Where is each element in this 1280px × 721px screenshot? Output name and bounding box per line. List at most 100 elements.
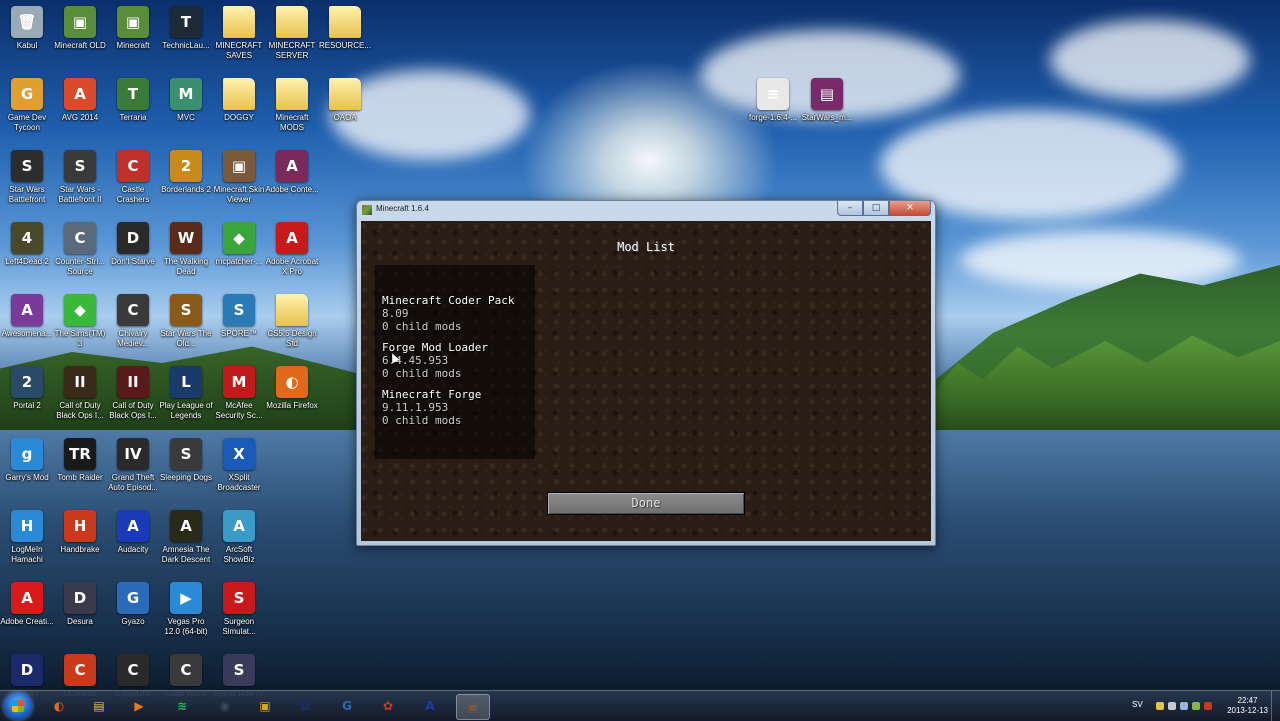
desktop-icon-label: LogMeIn Hamachi [11, 545, 43, 564]
app-icon: D [11, 654, 43, 686]
clock[interactable]: 22:47 2013-12-13 [1227, 696, 1268, 716]
desktop-icon[interactable]: S Star Wars The Old... [159, 292, 213, 349]
app-icon: M [223, 366, 255, 398]
taskbar-steam-button[interactable]: ◉ [209, 694, 241, 718]
desktop-icon-label: Surgeon Simulat... [222, 617, 256, 636]
folder-icon [329, 78, 361, 110]
desktop-icon[interactable]: G Game Dev Tycoon [0, 76, 54, 133]
desktop-icon[interactable]: II Call of Duty Black Ops I... [106, 364, 160, 421]
game-screen[interactable]: Mod List Minecraft Coder Pack 8.09 0 chi… [361, 221, 931, 541]
mod-entry[interactable]: Forge Mod Loader 6.4.45.953 0 child mods [382, 341, 532, 380]
speaker-icon[interactable] [1180, 702, 1188, 710]
desktop-icon[interactable]: S SPORE™ [212, 292, 266, 339]
desktop-icon[interactable]: W The Walking Dead [159, 220, 213, 277]
desktop-icon[interactable]: ▣ Minecraft OLD [53, 4, 107, 51]
desktop-icon-label: DOGGY [224, 113, 254, 122]
desktop-icon[interactable]: A ArcSoft ShowBiz [212, 508, 266, 565]
desktop-icon[interactable]: II Call of Duty Black Ops I... [53, 364, 107, 421]
taskbar-spotify-button[interactable]: ≋ [166, 694, 198, 718]
power-icon[interactable] [1192, 702, 1200, 710]
mod-list[interactable]: Minecraft Coder Pack 8.09 0 child mods F… [375, 265, 535, 459]
desktop-icon[interactable]: TR Tomb Raider [53, 436, 107, 483]
desktop-icon[interactable]: ≡ forge-1.6.4-... [746, 76, 800, 123]
desktop-icon[interactable]: H LogMeIn Hamachi [0, 508, 54, 565]
start-button[interactable] [4, 692, 32, 720]
desktop-icon[interactable]: X XSplit Broadcaster [212, 436, 266, 493]
tray-app-icon[interactable] [1204, 702, 1212, 710]
desktop-icon[interactable]: A Adobe Conte... [265, 148, 319, 195]
desktop-icon[interactable]: ▶ Vegas Pro 12.0 (64-bit) [159, 580, 213, 637]
network-icon[interactable] [1168, 702, 1176, 710]
desktop-icon[interactable]: ◐ Mozilla Firefox [265, 364, 319, 411]
desktop-icon-label: Adobe Creati... [0, 617, 54, 626]
app-icon: 2 [11, 366, 43, 398]
desktop-icon[interactable]: DOGGY [212, 76, 266, 123]
desktop-icon[interactable]: L Play League of Legends [159, 364, 213, 421]
desktop-icon[interactable]: C Chivalry Mediev... [106, 292, 160, 349]
desktop-icon-label: mcpatcher-... [215, 257, 263, 266]
desktop-icon[interactable]: 2 Borderlands 2 [159, 148, 213, 195]
desktop-icon[interactable]: ◆ The Sims(TM) 3 [53, 292, 107, 349]
desktop-icon[interactable]: T TechnicLau... [159, 4, 213, 51]
desktop-icon-label: MINECRAFT SERVER [268, 41, 316, 60]
desktop-icon[interactable]: D Don't Starve [106, 220, 160, 267]
minimize-button[interactable]: – [837, 201, 863, 216]
desktop-icon[interactable]: g Garry's Mod [0, 436, 54, 483]
mod-entry[interactable]: Minecraft Coder Pack 8.09 0 child mods [382, 294, 532, 333]
desktop-icon-label: Grand Theft Auto Episod... [108, 473, 158, 492]
maximize-button[interactable]: □ [863, 201, 889, 216]
desktop-icon[interactable]: Minecraft MODS [265, 76, 319, 133]
desktop-icon[interactable]: G Gyazo [106, 580, 160, 627]
desktop-icon[interactable]: A Adobe Creati... [0, 580, 54, 627]
desktop-icon[interactable]: A Adobe Acrobat X Pro [265, 220, 319, 277]
desktop-icon[interactable]: D Desura [53, 580, 107, 627]
desktop-icon[interactable]: RESOURCE... [318, 4, 372, 51]
language-indicator[interactable]: SV [1132, 700, 1143, 709]
desktop-icon[interactable]: S Star Wars Battlefront [0, 148, 54, 205]
desktop-icon[interactable]: M MVC [159, 76, 213, 123]
taskbar-app-10-button[interactable]: A [414, 694, 446, 718]
close-button[interactable]: ✕ [889, 201, 931, 216]
desktop-icon[interactable]: 2 Portal 2 [0, 364, 54, 411]
taskbar-explorer-button[interactable]: ▤ [83, 694, 115, 718]
desktop-icon[interactable]: A Audacity [106, 508, 160, 555]
taskbar-minecraft-button[interactable]: ▣ [456, 694, 490, 720]
desktop-icon[interactable]: ▤ StarWars_m... [800, 76, 854, 123]
taskbar-firefox-button[interactable]: ◐ [43, 694, 75, 718]
minecraft-window[interactable]: Minecraft 1.6.4 – □ ✕ Mod List Minecraft… [356, 200, 936, 546]
taskbar-app-9-button[interactable]: ✿ [372, 694, 404, 718]
desktop-icon[interactable]: M McAfee Security Sc... [212, 364, 266, 421]
desktop-icon[interactable]: ▣ Minecraft Skin Viewer [212, 148, 266, 205]
desktop-icon[interactable]: MINECRAFT SAVES [212, 4, 266, 61]
desktop-icon[interactable]: C Counter-Stri... Source [53, 220, 107, 277]
desktop-icon[interactable]: C Castle Crashers [106, 148, 160, 205]
taskbar-gyazo-button[interactable]: G [331, 694, 363, 718]
desktop-icon[interactable]: 4 Left4Dead 2 [0, 220, 54, 267]
desktop-icon[interactable]: ▣ Minecraft [106, 4, 160, 51]
show-desktop-button[interactable] [1271, 691, 1280, 721]
window-titlebar[interactable]: Minecraft 1.6.4 – □ ✕ [357, 201, 935, 219]
done-button[interactable]: Done [547, 492, 745, 515]
desktop-icon[interactable]: A Awesomena... [0, 292, 54, 339]
desktop-icon[interactable]: IV Grand Theft Auto Episod... [106, 436, 160, 493]
app-icon: C [170, 654, 202, 686]
taskbar-dxtory-button[interactable]: D [289, 694, 321, 718]
desktop-icon[interactable]: S Surgeon Simulat... [212, 580, 266, 637]
desktop-icon[interactable]: S Sleeping Dogs [159, 436, 213, 483]
mod-entry[interactable]: Minecraft Forge 9.11.1.953 0 child mods [382, 388, 532, 427]
desktop-icon[interactable]: T Terraria [106, 76, 160, 123]
desktop-icon[interactable]: H Handbrake [53, 508, 107, 555]
taskbar-app-6-button[interactable]: ▣ [249, 694, 281, 718]
desktop-icon[interactable]: A Amnesia The Dark Descent [159, 508, 213, 565]
desktop-icon[interactable]: OAOA [318, 76, 372, 123]
desktop-icon[interactable]: 🗑 Kabul [0, 4, 54, 51]
desktop-icon[interactable]: S Star Wars - Battlefront II [53, 148, 107, 205]
desktop-icon[interactable]: MINECRAFT SERVER [265, 4, 319, 61]
taskbar-media-player-button[interactable]: ▶ [123, 694, 155, 718]
desktop-icon[interactable]: CS5.5 Design Std [265, 292, 319, 349]
system-tray: SV 22:47 2013-12-13 [1130, 691, 1280, 721]
desktop-icon[interactable]: A AVG 2014 [53, 76, 107, 123]
desktop-icon[interactable]: ◆ mcpatcher-... [212, 220, 266, 267]
notification-icon[interactable] [1156, 702, 1164, 710]
desktop-icon-label: Tomb Raider [57, 473, 103, 482]
